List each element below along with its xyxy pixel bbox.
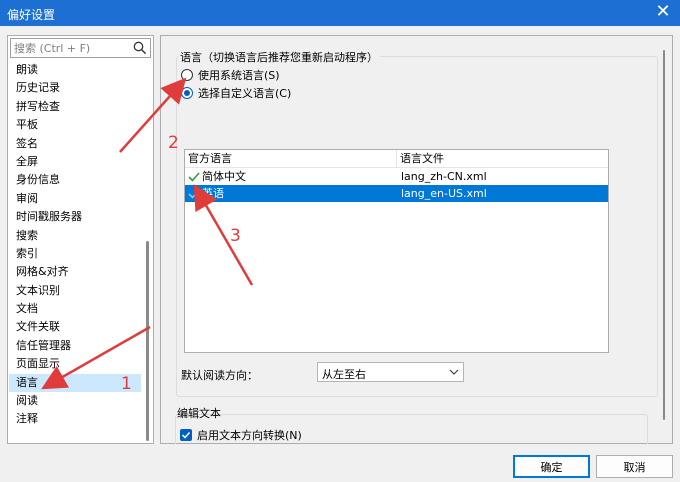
settings-scrollbar[interactable] <box>660 40 668 440</box>
column-header-file[interactable]: 语言文件 <box>397 150 444 168</box>
radio-system-label: 使用系统语言(S) <box>198 69 280 82</box>
text-direction-checkbox-label: 启用文本方向转换(N) <box>197 429 302 442</box>
sidebar-item-index[interactable]: 索引 <box>9 245 141 263</box>
sidebar-item-fullscreen[interactable]: 全屏 <box>9 153 141 171</box>
radio-system-language[interactable]: 使用系统语言(S) <box>181 67 280 83</box>
sidebar-item-trust-manager[interactable]: 信任管理器 <box>9 337 141 355</box>
edit-text-group-title: 编辑文本 <box>177 407 221 420</box>
sidebar-item-identity[interactable]: 身份信息 <box>9 171 141 189</box>
radio-custom-indicator[interactable] <box>181 87 193 99</box>
file-cell: lang_en-US.xml <box>401 187 487 200</box>
table-row[interactable]: 简体中文 lang_zh-CN.xml <box>185 168 608 185</box>
annotation-number-3: 3 <box>230 226 241 246</box>
sidebar-item-review[interactable]: 审阅 <box>9 190 141 208</box>
check-icon <box>188 188 200 199</box>
sidebar-item-tablet[interactable]: 平板 <box>9 116 141 134</box>
language-name: 英语 <box>202 187 224 200</box>
sidebar-item-document[interactable]: 文档 <box>9 300 141 318</box>
annotation-number-2: 2 <box>168 133 179 153</box>
annotation-number-1: 1 <box>121 374 132 394</box>
search-icon[interactable] <box>133 41 147 55</box>
window-title: 偏好设置 <box>7 8 56 22</box>
chevron-down-icon <box>449 369 459 375</box>
title-bar: 偏好设置 ✕ <box>0 0 680 26</box>
sidebar-scroll-thumb[interactable] <box>146 241 149 441</box>
sidebar-scrollbar[interactable] <box>143 61 152 443</box>
checkmark-icon <box>181 431 191 439</box>
file-cell: lang_zh-CN.xml <box>401 170 487 183</box>
column-header-language[interactable]: 官方语言 <box>185 150 397 168</box>
sidebar-item-signature[interactable]: 签名 <box>9 135 141 153</box>
language-cell: 简体中文 <box>185 168 397 185</box>
sidebar-item-comments[interactable]: 注释 <box>9 410 141 428</box>
radio-custom-language[interactable]: 选择自定义语言(C) <box>181 85 291 101</box>
sidebar-item-grid-align[interactable]: 网格&对齐 <box>9 263 141 281</box>
text-direction-checkbox[interactable] <box>180 429 192 441</box>
sidebar-item-reading[interactable]: 阅读 <box>9 392 141 410</box>
sidebar: 朗读 历史记录 拼写检查 平板 签名 全屏 身份信息 审阅 时间戳服务器 搜索 … <box>7 35 154 444</box>
sidebar-item-spell-check[interactable]: 拼写检查 <box>9 98 141 116</box>
reading-direction-value: 从左至右 <box>322 368 366 381</box>
radio-system-indicator[interactable] <box>181 69 193 81</box>
sidebar-item-file-association[interactable]: 文件关联 <box>9 318 141 336</box>
language-cell: 英语 <box>185 185 397 202</box>
cancel-button[interactable]: 取消 <box>596 455 673 478</box>
table-header: 官方语言 语言文件 <box>185 150 608 168</box>
reading-direction-select[interactable]: 从左至右 <box>317 362 464 382</box>
ok-button[interactable]: 确定 <box>513 455 590 478</box>
language-group-title: 语言（切换语言后推荐您重新启动程序） <box>178 49 380 65</box>
reading-direction-label: 默认阅读方向： <box>181 369 258 382</box>
sidebar-item-timestamp-server[interactable]: 时间戳服务器 <box>9 208 141 226</box>
radio-custom-label: 选择自定义语言(C) <box>198 87 292 100</box>
language-table: 官方语言 语言文件 简体中文 lang_zh-CN.xml 英语 lang_en… <box>184 149 609 353</box>
close-icon[interactable]: ✕ <box>646 0 680 26</box>
sidebar-item-history[interactable]: 历史记录 <box>9 79 141 97</box>
sidebar-item-search[interactable]: 搜索 <box>9 227 141 245</box>
settings-scroll-thumb[interactable] <box>663 50 665 420</box>
table-row[interactable]: 英语 lang_en-US.xml <box>185 185 608 202</box>
sidebar-item-read-aloud[interactable]: 朗读 <box>9 61 141 79</box>
sidebar-item-text-recognition[interactable]: 文本识别 <box>9 282 141 300</box>
search-input[interactable] <box>14 41 126 56</box>
search-box <box>10 38 151 58</box>
check-icon <box>188 171 200 182</box>
language-name: 简体中文 <box>202 170 246 183</box>
sidebar-item-page-display[interactable]: 页面显示 <box>9 355 141 373</box>
text-direction-checkbox-row[interactable]: 启用文本方向转换(N) <box>180 428 302 442</box>
